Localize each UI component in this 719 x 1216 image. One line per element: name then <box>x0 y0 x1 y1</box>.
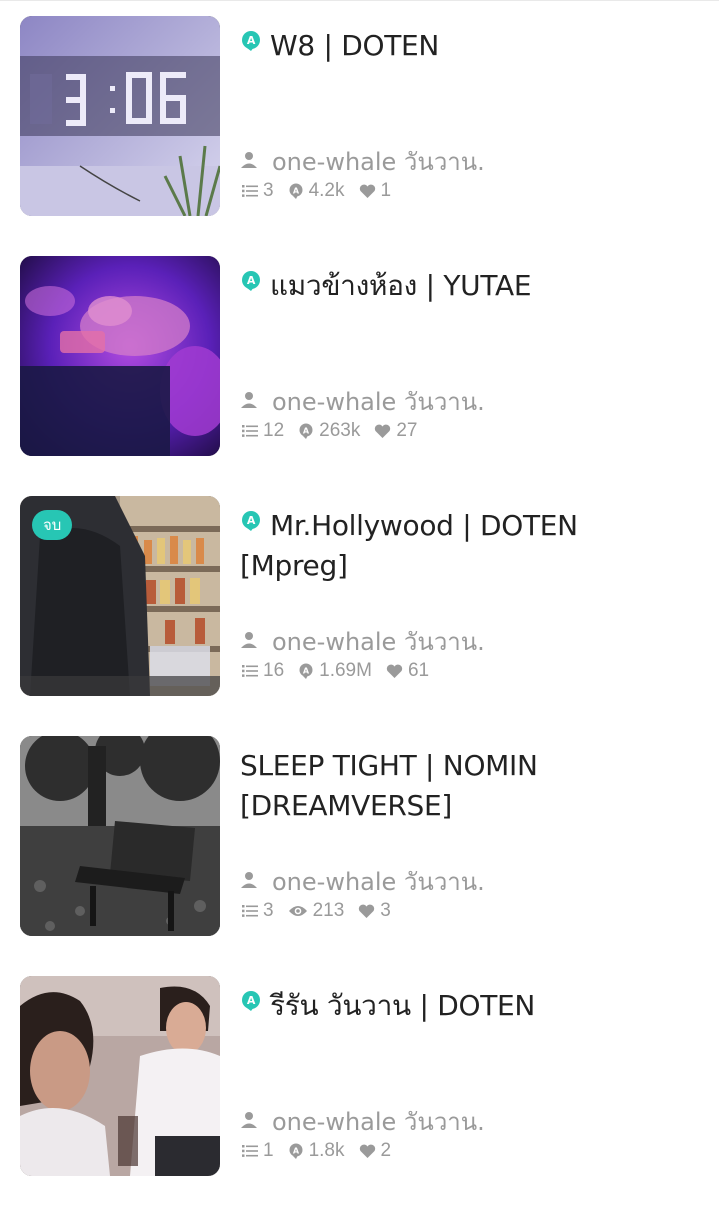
story-title-line1: SLEEP TIGHT | NOMIN <box>240 749 538 782</box>
story-info: A แมวข้างห้อง | YUTAE one-whale วันวาน. 1… <box>240 256 700 456</box>
story-stats: 16 A 1.69M 61 <box>242 660 443 682</box>
list-icon <box>242 425 258 437</box>
story-cover-image[interactable] <box>20 16 220 216</box>
joylada-badge-icon: A <box>242 991 260 1011</box>
story-title-line2: [Mpreg] <box>240 549 348 582</box>
story-author[interactable]: one-whale วันวาน. <box>240 382 485 421</box>
story-info: A รีรัน วันวาน | DOTEN one-whale วันวาน. … <box>240 976 700 1176</box>
like-count: 27 <box>374 420 417 442</box>
story-cover-image[interactable]: จบ <box>20 496 220 696</box>
person-icon <box>241 1112 257 1128</box>
joylada-badge-icon: A <box>299 663 313 679</box>
list-icon <box>242 665 258 677</box>
chapter-count: 3 <box>242 900 274 922</box>
person-icon <box>241 392 257 408</box>
story-info: SLEEP TIGHT | NOMIN [DREAMVERSE] one-whal… <box>240 736 700 936</box>
story-title-text: W8 | DOTEN <box>270 29 440 62</box>
author-name: one-whale วันวาน. <box>272 628 485 656</box>
story-title[interactable]: A แมวข้างห้อง | YUTAE <box>240 266 700 306</box>
joylada-badge-icon: A <box>289 183 303 199</box>
person-icon <box>241 632 257 648</box>
svg-text:A: A <box>303 427 310 436</box>
joylada-badge-icon: A <box>242 511 260 531</box>
story-title[interactable]: A Mr.Hollywood | DOTEN [Mpreg] <box>240 506 700 586</box>
joylada-badge-icon: A <box>242 271 260 291</box>
like-count: 2 <box>359 1140 391 1162</box>
joylada-badge-icon: A <box>299 423 313 439</box>
chapter-count: 1 <box>242 1140 274 1162</box>
chapter-count: 16 <box>242 660 284 682</box>
story-card[interactable]: SLEEP TIGHT | NOMIN [DREAMVERSE] one-whal… <box>0 736 719 936</box>
author-name: one-whale วันวาน. <box>272 1108 485 1136</box>
story-author[interactable]: one-whale วันวาน. <box>240 1102 485 1141</box>
story-stats: 3 213 3 <box>242 900 405 922</box>
heart-icon <box>359 184 375 198</box>
story-title-text: แมวข้างห้อง | YUTAE <box>270 269 532 302</box>
heart-icon <box>359 1144 375 1158</box>
svg-text:A: A <box>247 274 256 287</box>
read-count: A 4.2k <box>288 180 345 202</box>
story-cover-image[interactable] <box>20 736 220 936</box>
story-author[interactable]: one-whale วันวาน. <box>240 862 485 901</box>
read-count: A 263k <box>298 420 360 442</box>
heart-icon <box>359 904 375 918</box>
joylada-badge-icon: A <box>289 1143 303 1159</box>
story-author[interactable]: one-whale วันวาน. <box>240 142 485 181</box>
svg-text:A: A <box>292 187 299 196</box>
person-icon <box>241 872 257 888</box>
svg-text:A: A <box>247 34 256 47</box>
heart-icon <box>375 424 391 438</box>
like-count: 3 <box>358 900 391 922</box>
story-title-line2: [DREAMVERSE] <box>240 789 453 822</box>
top-divider <box>0 0 719 1</box>
person-icon <box>241 152 257 168</box>
story-title-line1: Mr.Hollywood | DOTEN <box>270 509 578 542</box>
story-stats: 12 A 263k 27 <box>242 420 431 442</box>
story-title-text: รีรัน วันวาน | DOTEN <box>270 989 536 1022</box>
story-stats: 3 A 4.2k 1 <box>242 180 405 202</box>
story-card[interactable]: A รีรัน วันวาน | DOTEN one-whale วันวาน. … <box>0 976 719 1176</box>
eye-icon <box>288 906 307 916</box>
story-title[interactable]: A รีรัน วันวาน | DOTEN <box>240 986 700 1026</box>
story-card[interactable]: จบ A Mr.Hollywood | DOTEN [Mpreg] one-whal… <box>0 496 719 696</box>
chapter-count: 3 <box>242 180 274 202</box>
heart-icon <box>386 664 403 678</box>
story-info: A Mr.Hollywood | DOTEN [Mpreg] one-whale ว… <box>240 496 700 696</box>
list-icon <box>242 185 258 197</box>
story-card[interactable]: A W8 | DOTEN one-whale วันวาน. 3 A 4.2k 1 <box>0 16 719 216</box>
story-list: A W8 | DOTEN one-whale วันวาน. 3 A 4.2k 1 <box>0 16 719 1216</box>
list-icon <box>242 905 258 917</box>
story-cover-image[interactable] <box>20 256 220 456</box>
story-stats: 1 A 1.8k 2 <box>242 1140 405 1162</box>
joylada-badge-icon: A <box>242 31 260 51</box>
svg-text:A: A <box>303 667 310 676</box>
read-count: A 1.69M <box>298 660 372 682</box>
svg-text:A: A <box>247 994 256 1007</box>
svg-text:A: A <box>292 1147 299 1156</box>
chapter-count: 12 <box>242 420 284 442</box>
svg-text:A: A <box>247 514 256 527</box>
end-badge: จบ <box>32 510 73 540</box>
like-count: 61 <box>386 660 429 682</box>
story-title[interactable]: SLEEP TIGHT | NOMIN [DREAMVERSE] <box>240 746 700 826</box>
author-name: one-whale วันวาน. <box>272 148 485 176</box>
author-name: one-whale วันวาน. <box>272 868 485 896</box>
like-count: 1 <box>359 180 391 202</box>
view-count: 213 <box>288 900 344 922</box>
read-count: A 1.8k <box>288 1140 345 1162</box>
list-icon <box>242 1145 258 1157</box>
author-name: one-whale วันวาน. <box>272 388 485 416</box>
story-title[interactable]: A W8 | DOTEN <box>240 26 700 66</box>
story-info: A W8 | DOTEN one-whale วันวาน. 3 A 4.2k 1 <box>240 16 700 216</box>
story-card[interactable]: A แมวข้างห้อง | YUTAE one-whale วันวาน. 1… <box>0 256 719 456</box>
story-author[interactable]: one-whale วันวาน. <box>240 622 485 661</box>
story-cover-image[interactable] <box>20 976 220 1176</box>
